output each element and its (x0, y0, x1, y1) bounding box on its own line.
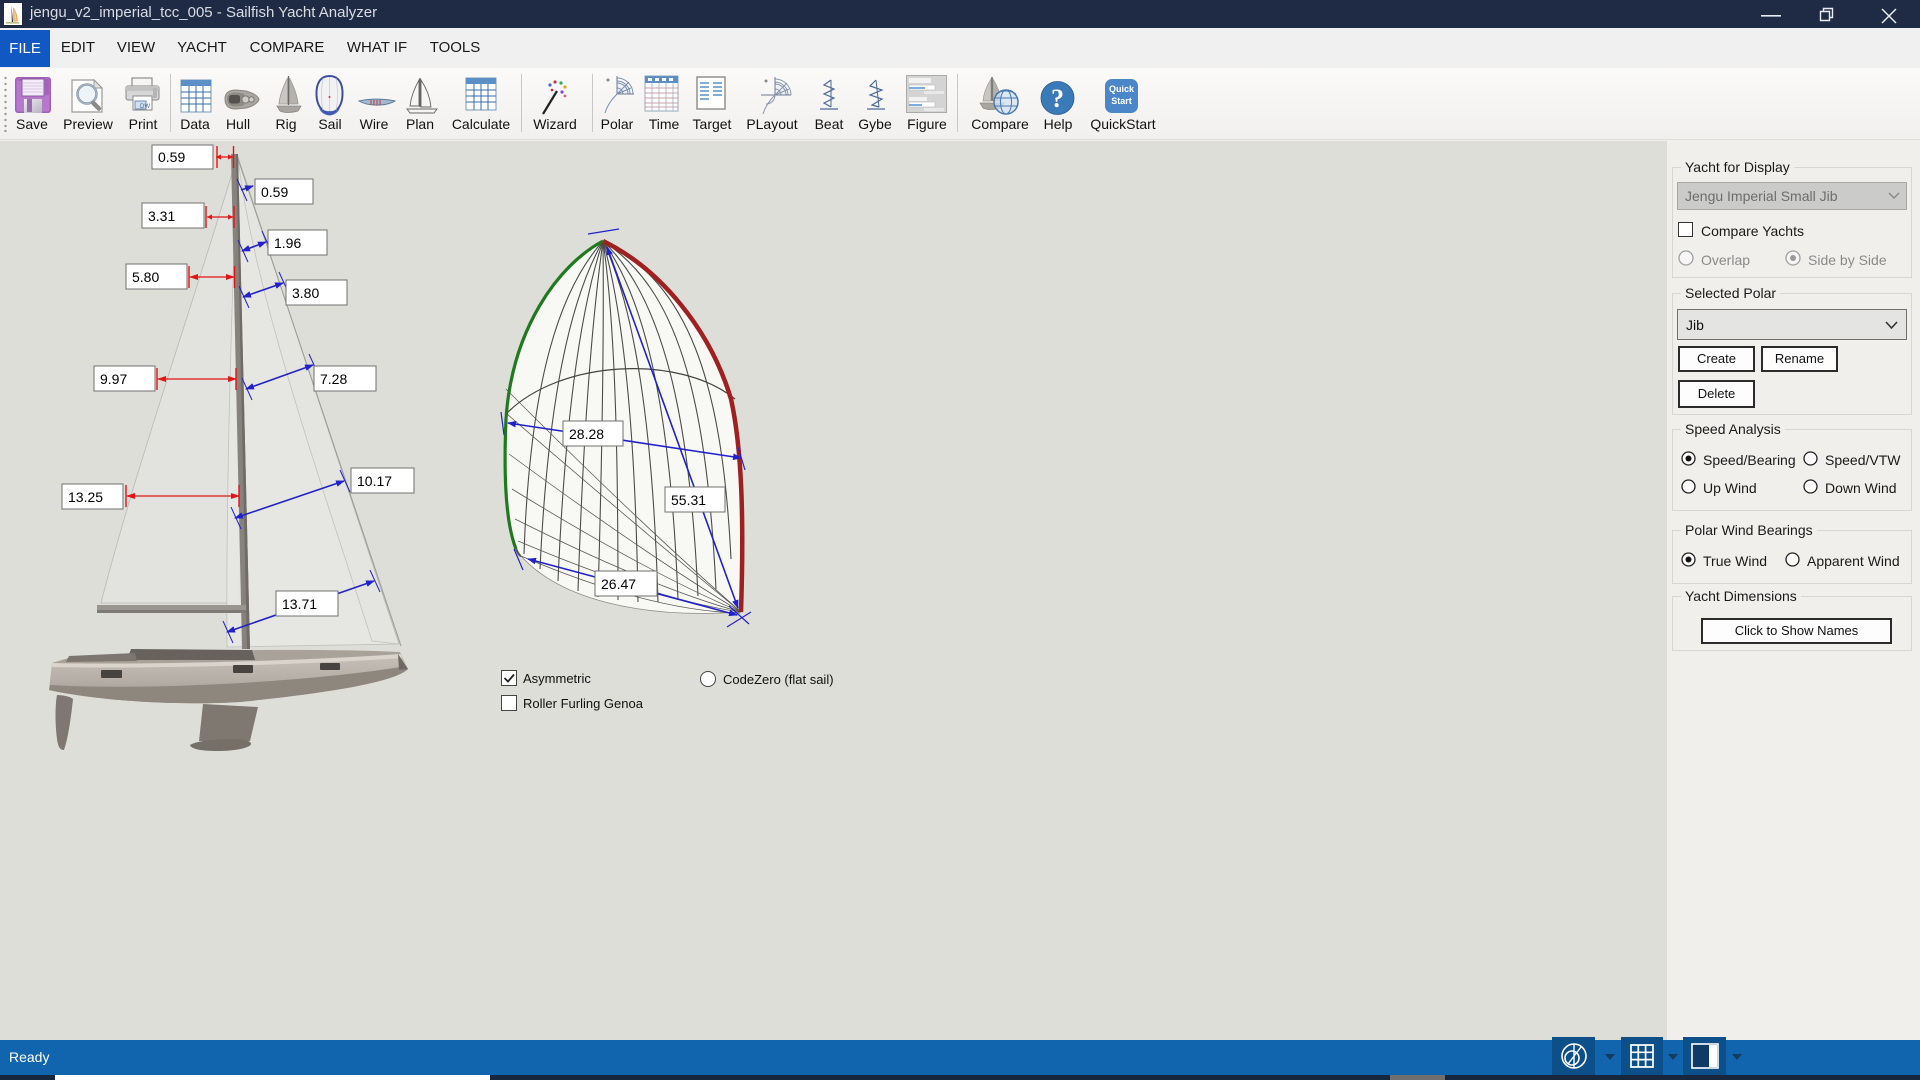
svg-text:7.28: 7.28 (320, 371, 347, 387)
svg-text:DW: DW (140, 104, 150, 110)
svg-text:Quick: Quick (1109, 84, 1135, 94)
svg-text:3.80: 3.80 (292, 285, 319, 301)
svg-text:5.80: 5.80 (132, 269, 159, 285)
svg-text:?: ? (1051, 84, 1064, 113)
svg-text:10.17: 10.17 (357, 473, 392, 489)
svg-text:Start: Start (1111, 96, 1132, 106)
svg-text:13.71: 13.71 (282, 596, 317, 612)
svg-text:0.59: 0.59 (158, 149, 185, 165)
svg-text:1.96: 1.96 (274, 235, 301, 251)
svg-text:0.59: 0.59 (261, 184, 288, 200)
svg-text:55.31: 55.31 (671, 492, 706, 508)
svg-text:13.25: 13.25 (68, 489, 103, 505)
svg-text:26.47: 26.47 (601, 576, 636, 592)
svg-text:3.31: 3.31 (148, 208, 175, 224)
svg-text:28.28: 28.28 (569, 426, 604, 442)
svg-text:9.97: 9.97 (100, 371, 127, 387)
